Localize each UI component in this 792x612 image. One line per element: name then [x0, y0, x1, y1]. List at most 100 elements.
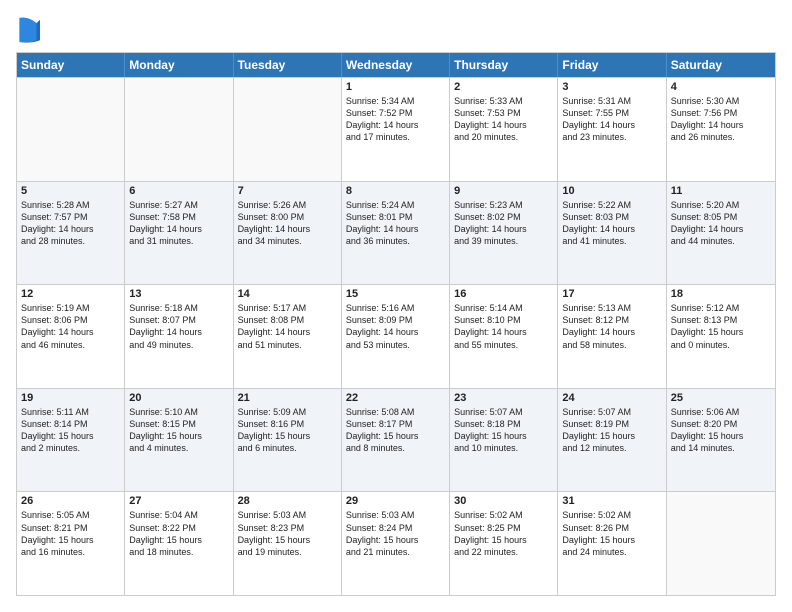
day-cell-18: 18 Sunrise: 5:12 AMSunset: 8:13 PMDayligh…	[667, 285, 775, 388]
day-cell-19: 19 Sunrise: 5:11 AMSunset: 8:14 PMDayligh…	[17, 389, 125, 492]
day-cell-4: 4 Sunrise: 5:30 AMSunset: 7:56 PMDaylight…	[667, 78, 775, 181]
day-info: Sunrise: 5:13 AMSunset: 8:12 PMDaylight:…	[562, 302, 661, 351]
day-number: 13	[129, 288, 228, 300]
calendar-header: SundayMondayTuesdayWednesdayThursdayFrid…	[17, 53, 775, 77]
day-number: 2	[454, 81, 553, 93]
calendar-row-4: 26 Sunrise: 5:05 AMSunset: 8:21 PMDayligh…	[17, 491, 775, 595]
day-number: 27	[129, 495, 228, 507]
day-number: 4	[671, 81, 771, 93]
day-info: Sunrise: 5:28 AMSunset: 7:57 PMDaylight:…	[21, 199, 120, 248]
day-info: Sunrise: 5:03 AMSunset: 8:24 PMDaylight:…	[346, 509, 445, 558]
day-number: 8	[346, 185, 445, 197]
day-cell-17: 17 Sunrise: 5:13 AMSunset: 8:12 PMDayligh…	[558, 285, 666, 388]
day-info: Sunrise: 5:27 AMSunset: 7:58 PMDaylight:…	[129, 199, 228, 248]
empty-cell-0-0	[17, 78, 125, 181]
day-number: 22	[346, 392, 445, 404]
day-info: Sunrise: 5:14 AMSunset: 8:10 PMDaylight:…	[454, 302, 553, 351]
day-number: 20	[129, 392, 228, 404]
day-cell-31: 31 Sunrise: 5:02 AMSunset: 8:26 PMDayligh…	[558, 492, 666, 595]
day-cell-3: 3Sunrise: 5:31 AMSunset: 7:55 PMDaylight…	[558, 78, 666, 181]
day-number: 10	[562, 185, 661, 197]
day-number: 1	[346, 81, 445, 93]
day-number: 19	[21, 392, 120, 404]
logo	[16, 16, 44, 44]
day-number: 23	[454, 392, 553, 404]
day-cell-25: 25 Sunrise: 5:06 AMSunset: 8:20 PMDayligh…	[667, 389, 775, 492]
day-number: 18	[671, 288, 771, 300]
day-cell-27: 27 Sunrise: 5:04 AMSunset: 8:22 PMDayligh…	[125, 492, 233, 595]
day-number: 21	[238, 392, 337, 404]
day-cell-20: 20 Sunrise: 5:10 AMSunset: 8:15 PMDayligh…	[125, 389, 233, 492]
day-info: Sunrise: 5:05 AMSunset: 8:21 PMDaylight:…	[21, 509, 120, 558]
day-number: 17	[562, 288, 661, 300]
day-cell-9: 9 Sunrise: 5:23 AMSunset: 8:02 PMDaylight…	[450, 182, 558, 285]
day-info: Sunrise: 5:02 AMSunset: 8:25 PMDaylight:…	[454, 509, 553, 558]
day-number: 7	[238, 185, 337, 197]
day-number: 28	[238, 495, 337, 507]
day-number: 3	[562, 81, 661, 93]
weekday-header-saturday: Saturday	[667, 53, 775, 77]
day-info: Sunrise: 5:04 AMSunset: 8:22 PMDaylight:…	[129, 509, 228, 558]
day-cell-1: 1 Sunrise: 5:34 AMSunset: 7:52 PMDaylight…	[342, 78, 450, 181]
day-info: Sunrise: 5:19 AMSunset: 8:06 PMDaylight:…	[21, 302, 120, 351]
day-info: Sunrise: 5:20 AMSunset: 8:05 PMDaylight:…	[671, 199, 771, 248]
day-info: Sunrise: 5:10 AMSunset: 8:15 PMDaylight:…	[129, 406, 228, 455]
day-cell-13: 13 Sunrise: 5:18 AMSunset: 8:07 PMDayligh…	[125, 285, 233, 388]
day-cell-8: 8 Sunrise: 5:24 AMSunset: 8:01 PMDaylight…	[342, 182, 450, 285]
day-number: 15	[346, 288, 445, 300]
day-info: Sunrise: 5:23 AMSunset: 8:02 PMDaylight:…	[454, 199, 553, 248]
weekday-header-monday: Monday	[125, 53, 233, 77]
day-info: Sunrise: 5:07 AMSunset: 8:18 PMDaylight:…	[454, 406, 553, 455]
day-number: 30	[454, 495, 553, 507]
weekday-header-sunday: Sunday	[17, 53, 125, 77]
day-cell-16: 16 Sunrise: 5:14 AMSunset: 8:10 PMDayligh…	[450, 285, 558, 388]
day-cell-24: 24 Sunrise: 5:07 AMSunset: 8:19 PMDayligh…	[558, 389, 666, 492]
day-info: Sunrise: 5:03 AMSunset: 8:23 PMDaylight:…	[238, 509, 337, 558]
weekday-header-thursday: Thursday	[450, 53, 558, 77]
calendar-row-3: 19 Sunrise: 5:11 AMSunset: 8:14 PMDayligh…	[17, 388, 775, 492]
day-number: 9	[454, 185, 553, 197]
page: SundayMondayTuesdayWednesdayThursdayFrid…	[0, 0, 792, 612]
day-cell-21: 21 Sunrise: 5:09 AMSunset: 8:16 PMDayligh…	[234, 389, 342, 492]
day-cell-26: 26 Sunrise: 5:05 AMSunset: 8:21 PMDayligh…	[17, 492, 125, 595]
day-info: Sunrise: 5:02 AMSunset: 8:26 PMDaylight:…	[562, 509, 661, 558]
day-number: 31	[562, 495, 661, 507]
day-cell-14: 14Sunrise: 5:17 AMSunset: 8:08 PMDayligh…	[234, 285, 342, 388]
day-number: 24	[562, 392, 661, 404]
logo-icon	[16, 16, 40, 44]
day-info: Sunrise: 5:06 AMSunset: 8:20 PMDaylight:…	[671, 406, 771, 455]
day-number: 26	[21, 495, 120, 507]
empty-cell-0-1	[125, 78, 233, 181]
day-cell-23: 23 Sunrise: 5:07 AMSunset: 8:18 PMDayligh…	[450, 389, 558, 492]
calendar-body: 1 Sunrise: 5:34 AMSunset: 7:52 PMDaylight…	[17, 77, 775, 595]
day-cell-15: 15 Sunrise: 5:16 AMSunset: 8:09 PMDayligh…	[342, 285, 450, 388]
day-info: Sunrise: 5:18 AMSunset: 8:07 PMDaylight:…	[129, 302, 228, 351]
day-number: 25	[671, 392, 771, 404]
day-number: 16	[454, 288, 553, 300]
weekday-header-wednesday: Wednesday	[342, 53, 450, 77]
day-info: Sunrise: 5:11 AMSunset: 8:14 PMDaylight:…	[21, 406, 120, 455]
day-info: Sunrise: 5:12 AMSunset: 8:13 PMDaylight:…	[671, 302, 771, 351]
day-info: Sunrise: 5:34 AMSunset: 7:52 PMDaylight:…	[346, 95, 445, 144]
day-cell-30: 30 Sunrise: 5:02 AMSunset: 8:25 PMDayligh…	[450, 492, 558, 595]
header	[16, 16, 776, 44]
day-cell-7: 7Sunrise: 5:26 AMSunset: 8:00 PMDaylight…	[234, 182, 342, 285]
day-info: Sunrise: 5:07 AMSunset: 8:19 PMDaylight:…	[562, 406, 661, 455]
day-cell-6: 6Sunrise: 5:27 AMSunset: 7:58 PMDaylight…	[125, 182, 233, 285]
day-cell-28: 28 Sunrise: 5:03 AMSunset: 8:23 PMDayligh…	[234, 492, 342, 595]
day-info: Sunrise: 5:09 AMSunset: 8:16 PMDaylight:…	[238, 406, 337, 455]
day-cell-10: 10Sunrise: 5:22 AMSunset: 8:03 PMDayligh…	[558, 182, 666, 285]
day-info: Sunrise: 5:33 AMSunset: 7:53 PMDaylight:…	[454, 95, 553, 144]
day-info: Sunrise: 5:30 AMSunset: 7:56 PMDaylight:…	[671, 95, 771, 144]
day-cell-29: 29 Sunrise: 5:03 AMSunset: 8:24 PMDayligh…	[342, 492, 450, 595]
calendar-row-1: 5Sunrise: 5:28 AMSunset: 7:57 PMDaylight…	[17, 181, 775, 285]
day-number: 29	[346, 495, 445, 507]
day-info: Sunrise: 5:24 AMSunset: 8:01 PMDaylight:…	[346, 199, 445, 248]
weekday-header-friday: Friday	[558, 53, 666, 77]
day-number: 11	[671, 185, 771, 197]
day-info: Sunrise: 5:16 AMSunset: 8:09 PMDaylight:…	[346, 302, 445, 351]
day-cell-11: 11 Sunrise: 5:20 AMSunset: 8:05 PMDayligh…	[667, 182, 775, 285]
day-cell-12: 12 Sunrise: 5:19 AMSunset: 8:06 PMDayligh…	[17, 285, 125, 388]
calendar-row-0: 1 Sunrise: 5:34 AMSunset: 7:52 PMDaylight…	[17, 77, 775, 181]
day-number: 12	[21, 288, 120, 300]
